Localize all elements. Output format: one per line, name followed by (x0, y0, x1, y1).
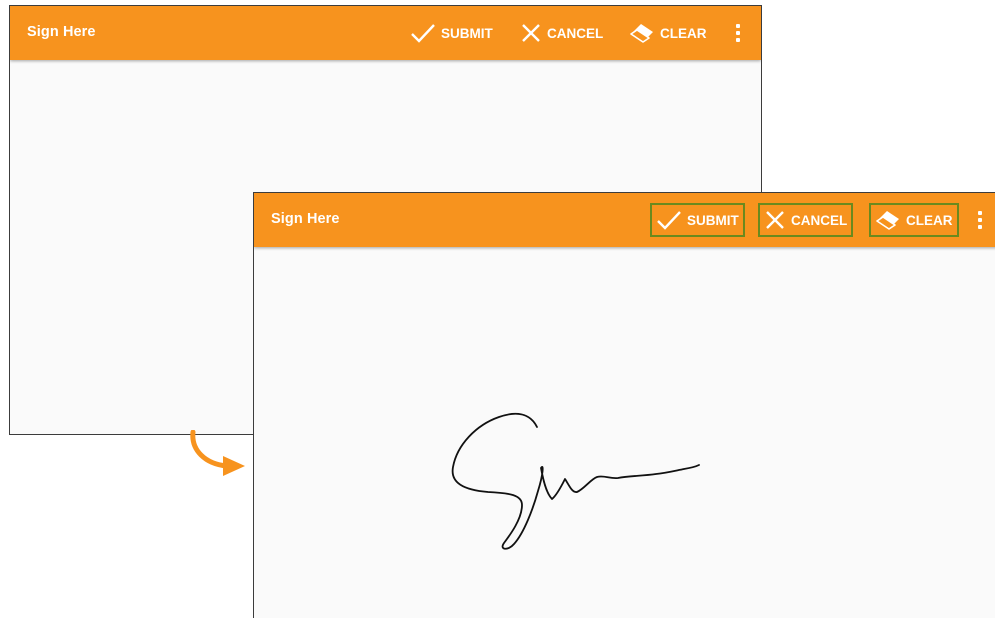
screen-title: Sign Here (27, 24, 96, 40)
clear-button[interactable]: CLEAR (869, 203, 959, 237)
submit-button[interactable]: SUBMIT (410, 16, 493, 50)
cancel-button[interactable]: CANCEL (758, 203, 854, 237)
eraser-icon (876, 211, 899, 230)
submit-label: SUBMIT (441, 25, 493, 41)
signature-stroke (451, 412, 700, 550)
toolbar: Sign Here SUBMIT CANCEL CLEAR (10, 6, 761, 60)
overflow-menu-icon[interactable] (975, 207, 985, 233)
overflow-menu-icon[interactable] (733, 20, 743, 46)
curved-arrow-icon (190, 430, 245, 476)
close-icon (766, 211, 784, 229)
clear-button[interactable]: CLEAR (629, 16, 707, 50)
cancel-label: CANCEL (547, 25, 604, 41)
illustration: Sign Here SUBMIT CANCEL CLEAR Sign Here … (0, 0, 995, 618)
clear-label: CLEAR (906, 212, 953, 228)
close-icon (522, 24, 540, 42)
submit-label: SUBMIT (687, 212, 739, 228)
toolbar: Sign Here SUBMIT CANCEL CLEAR (254, 193, 995, 247)
screen-title: Sign Here (271, 211, 340, 227)
cancel-button[interactable]: CANCEL (520, 16, 603, 50)
eraser-icon (630, 24, 653, 43)
check-icon (411, 24, 435, 43)
check-icon (657, 211, 681, 230)
submit-button[interactable]: SUBMIT (650, 203, 745, 237)
clear-label: CLEAR (660, 25, 707, 41)
signature-canvas[interactable] (254, 247, 995, 618)
cancel-label: CANCEL (791, 212, 848, 228)
signature-screen-signed: Sign Here SUBMIT CANCEL CLEAR (253, 192, 995, 618)
